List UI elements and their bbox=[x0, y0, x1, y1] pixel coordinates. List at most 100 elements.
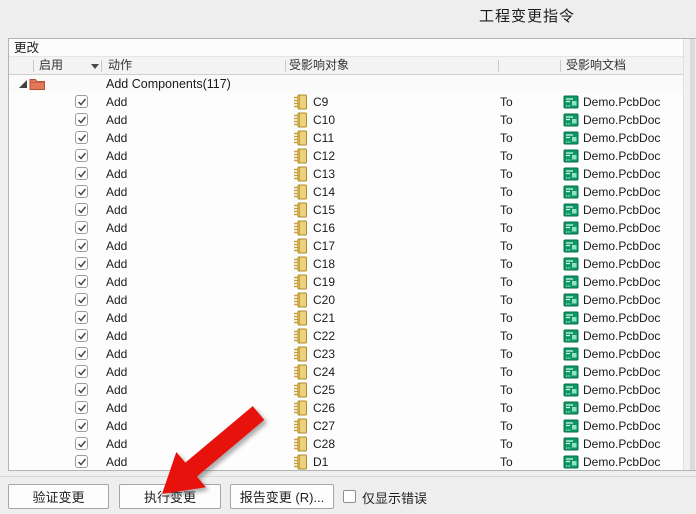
table-row[interactable]: Add D1 To Demo.PcbDoc bbox=[9, 453, 696, 471]
table-row[interactable]: Add C18 To Demo.PcbDoc bbox=[9, 255, 696, 273]
component-name: C19 bbox=[313, 273, 335, 291]
pcbdoc-icon bbox=[563, 166, 579, 182]
document-name: Demo.PcbDoc bbox=[583, 93, 660, 111]
row-direction-label: To bbox=[500, 93, 513, 111]
footer-bar: 验证变更 执行变更 报告变更 (R)... 仅显示错误 bbox=[0, 476, 696, 514]
checkmark-icon bbox=[76, 348, 88, 360]
component-icon bbox=[292, 184, 308, 200]
pcbdoc-icon bbox=[563, 130, 579, 146]
dialog-title: 工程变更指令 bbox=[479, 5, 575, 26]
table-row[interactable]: Add C17 To Demo.PcbDoc bbox=[9, 237, 696, 255]
vertical-scrollbar[interactable] bbox=[683, 39, 696, 470]
row-enable-checkbox[interactable] bbox=[75, 95, 88, 108]
row-enable-checkbox[interactable] bbox=[75, 401, 88, 414]
table-row[interactable]: Add C23 To Demo.PcbDoc bbox=[9, 345, 696, 363]
checkmark-icon bbox=[76, 204, 88, 216]
row-enable-checkbox[interactable] bbox=[75, 365, 88, 378]
expand-triangle-icon[interactable] bbox=[18, 79, 28, 89]
row-enable-checkbox[interactable] bbox=[75, 437, 88, 450]
checkmark-icon bbox=[76, 330, 88, 342]
pcbdoc-icon bbox=[563, 436, 579, 452]
row-direction-label: To bbox=[500, 219, 513, 237]
tree-group-label: Add Components(117) bbox=[106, 75, 231, 93]
row-enable-checkbox[interactable] bbox=[75, 311, 88, 324]
row-enable-checkbox[interactable] bbox=[75, 419, 88, 432]
table-row[interactable]: Add C14 To Demo.PcbDoc bbox=[9, 183, 696, 201]
table-row[interactable]: Add C10 To Demo.PcbDoc bbox=[9, 111, 696, 129]
row-enable-checkbox[interactable] bbox=[75, 293, 88, 306]
pcbdoc-icon bbox=[563, 328, 579, 344]
row-action-label: Add bbox=[106, 255, 127, 273]
row-action-label: Add bbox=[106, 309, 127, 327]
checkmark-icon bbox=[76, 294, 88, 306]
table-row[interactable]: Add C9 To Demo.PcbDoc bbox=[9, 93, 696, 111]
row-enable-checkbox[interactable] bbox=[75, 257, 88, 270]
checkmark-icon bbox=[76, 150, 88, 162]
table-row[interactable]: Add C27 To Demo.PcbDoc bbox=[9, 417, 696, 435]
component-name: C11 bbox=[313, 129, 334, 147]
component-icon bbox=[292, 328, 308, 344]
row-enable-checkbox[interactable] bbox=[75, 239, 88, 252]
show-errors-checkbox[interactable] bbox=[343, 490, 356, 503]
table-row[interactable]: Add C20 To Demo.PcbDoc bbox=[9, 291, 696, 309]
row-enable-checkbox[interactable] bbox=[75, 383, 88, 396]
checkmark-icon bbox=[76, 456, 88, 468]
document-name: Demo.PcbDoc bbox=[583, 399, 660, 417]
column-header-affected-object[interactable]: 受影响对象 bbox=[289, 57, 349, 74]
enable-filter-dropdown-icon[interactable] bbox=[91, 64, 99, 69]
table-row[interactable]: Add C24 To Demo.PcbDoc bbox=[9, 363, 696, 381]
document-name: Demo.PcbDoc bbox=[583, 111, 660, 129]
scrollbar-thumb[interactable] bbox=[690, 39, 695, 470]
row-enable-checkbox[interactable] bbox=[75, 347, 88, 360]
validate-changes-button[interactable]: 验证变更 bbox=[8, 484, 109, 509]
component-icon bbox=[292, 274, 308, 290]
row-enable-checkbox[interactable] bbox=[75, 455, 88, 468]
component-name: C14 bbox=[313, 183, 335, 201]
row-enable-checkbox[interactable] bbox=[75, 149, 88, 162]
checkmark-icon bbox=[76, 222, 88, 234]
table-row[interactable]: Add C19 To Demo.PcbDoc bbox=[9, 273, 696, 291]
pcbdoc-icon bbox=[563, 400, 579, 416]
row-action-label: Add bbox=[106, 147, 127, 165]
table-row[interactable]: Add C26 To Demo.PcbDoc bbox=[9, 399, 696, 417]
row-enable-checkbox[interactable] bbox=[75, 185, 88, 198]
document-name: Demo.PcbDoc bbox=[583, 255, 660, 273]
component-icon bbox=[292, 364, 308, 380]
column-separator bbox=[33, 60, 34, 72]
changes-table: 更改 启用 动作 受影响对象 受影响文档 Add Components(117) bbox=[8, 38, 696, 471]
tree-group-row[interactable]: Add Components(117) bbox=[9, 75, 696, 93]
component-name: C28 bbox=[313, 435, 335, 453]
component-icon bbox=[292, 310, 308, 326]
component-icon bbox=[292, 346, 308, 362]
row-enable-checkbox[interactable] bbox=[75, 167, 88, 180]
row-enable-checkbox[interactable] bbox=[75, 203, 88, 216]
row-enable-checkbox[interactable] bbox=[75, 329, 88, 342]
row-enable-checkbox[interactable] bbox=[75, 221, 88, 234]
pcbdoc-icon bbox=[563, 184, 579, 200]
row-enable-checkbox[interactable] bbox=[75, 131, 88, 144]
table-row[interactable]: Add C22 To Demo.PcbDoc bbox=[9, 327, 696, 345]
document-name: Demo.PcbDoc bbox=[583, 165, 660, 183]
column-header-affected-document[interactable]: 受影响文档 bbox=[566, 57, 626, 74]
table-row[interactable]: Add C21 To Demo.PcbDoc bbox=[9, 309, 696, 327]
component-name: C12 bbox=[313, 147, 335, 165]
table-row[interactable]: Add C25 To Demo.PcbDoc bbox=[9, 381, 696, 399]
table-row[interactable]: Add C15 To Demo.PcbDoc bbox=[9, 201, 696, 219]
table-row[interactable]: Add C11 To Demo.PcbDoc bbox=[9, 129, 696, 147]
row-direction-label: To bbox=[500, 309, 513, 327]
pcbdoc-icon bbox=[563, 382, 579, 398]
pcbdoc-icon bbox=[563, 238, 579, 254]
table-row[interactable]: Add C16 To Demo.PcbDoc bbox=[9, 219, 696, 237]
table-row[interactable]: Add C12 To Demo.PcbDoc bbox=[9, 147, 696, 165]
table-row[interactable]: Add C28 To Demo.PcbDoc bbox=[9, 435, 696, 453]
row-action-label: Add bbox=[106, 291, 127, 309]
table-row[interactable]: Add C13 To Demo.PcbDoc bbox=[9, 165, 696, 183]
execute-changes-button[interactable]: 执行变更 bbox=[119, 484, 221, 509]
column-header-action[interactable]: 动作 bbox=[108, 57, 132, 74]
column-header-enable[interactable]: 启用 bbox=[39, 57, 63, 74]
component-icon bbox=[292, 148, 308, 164]
report-changes-button[interactable]: 报告变更 (R)... bbox=[230, 484, 334, 509]
column-separator bbox=[101, 60, 102, 72]
row-enable-checkbox[interactable] bbox=[75, 113, 88, 126]
row-enable-checkbox[interactable] bbox=[75, 275, 88, 288]
